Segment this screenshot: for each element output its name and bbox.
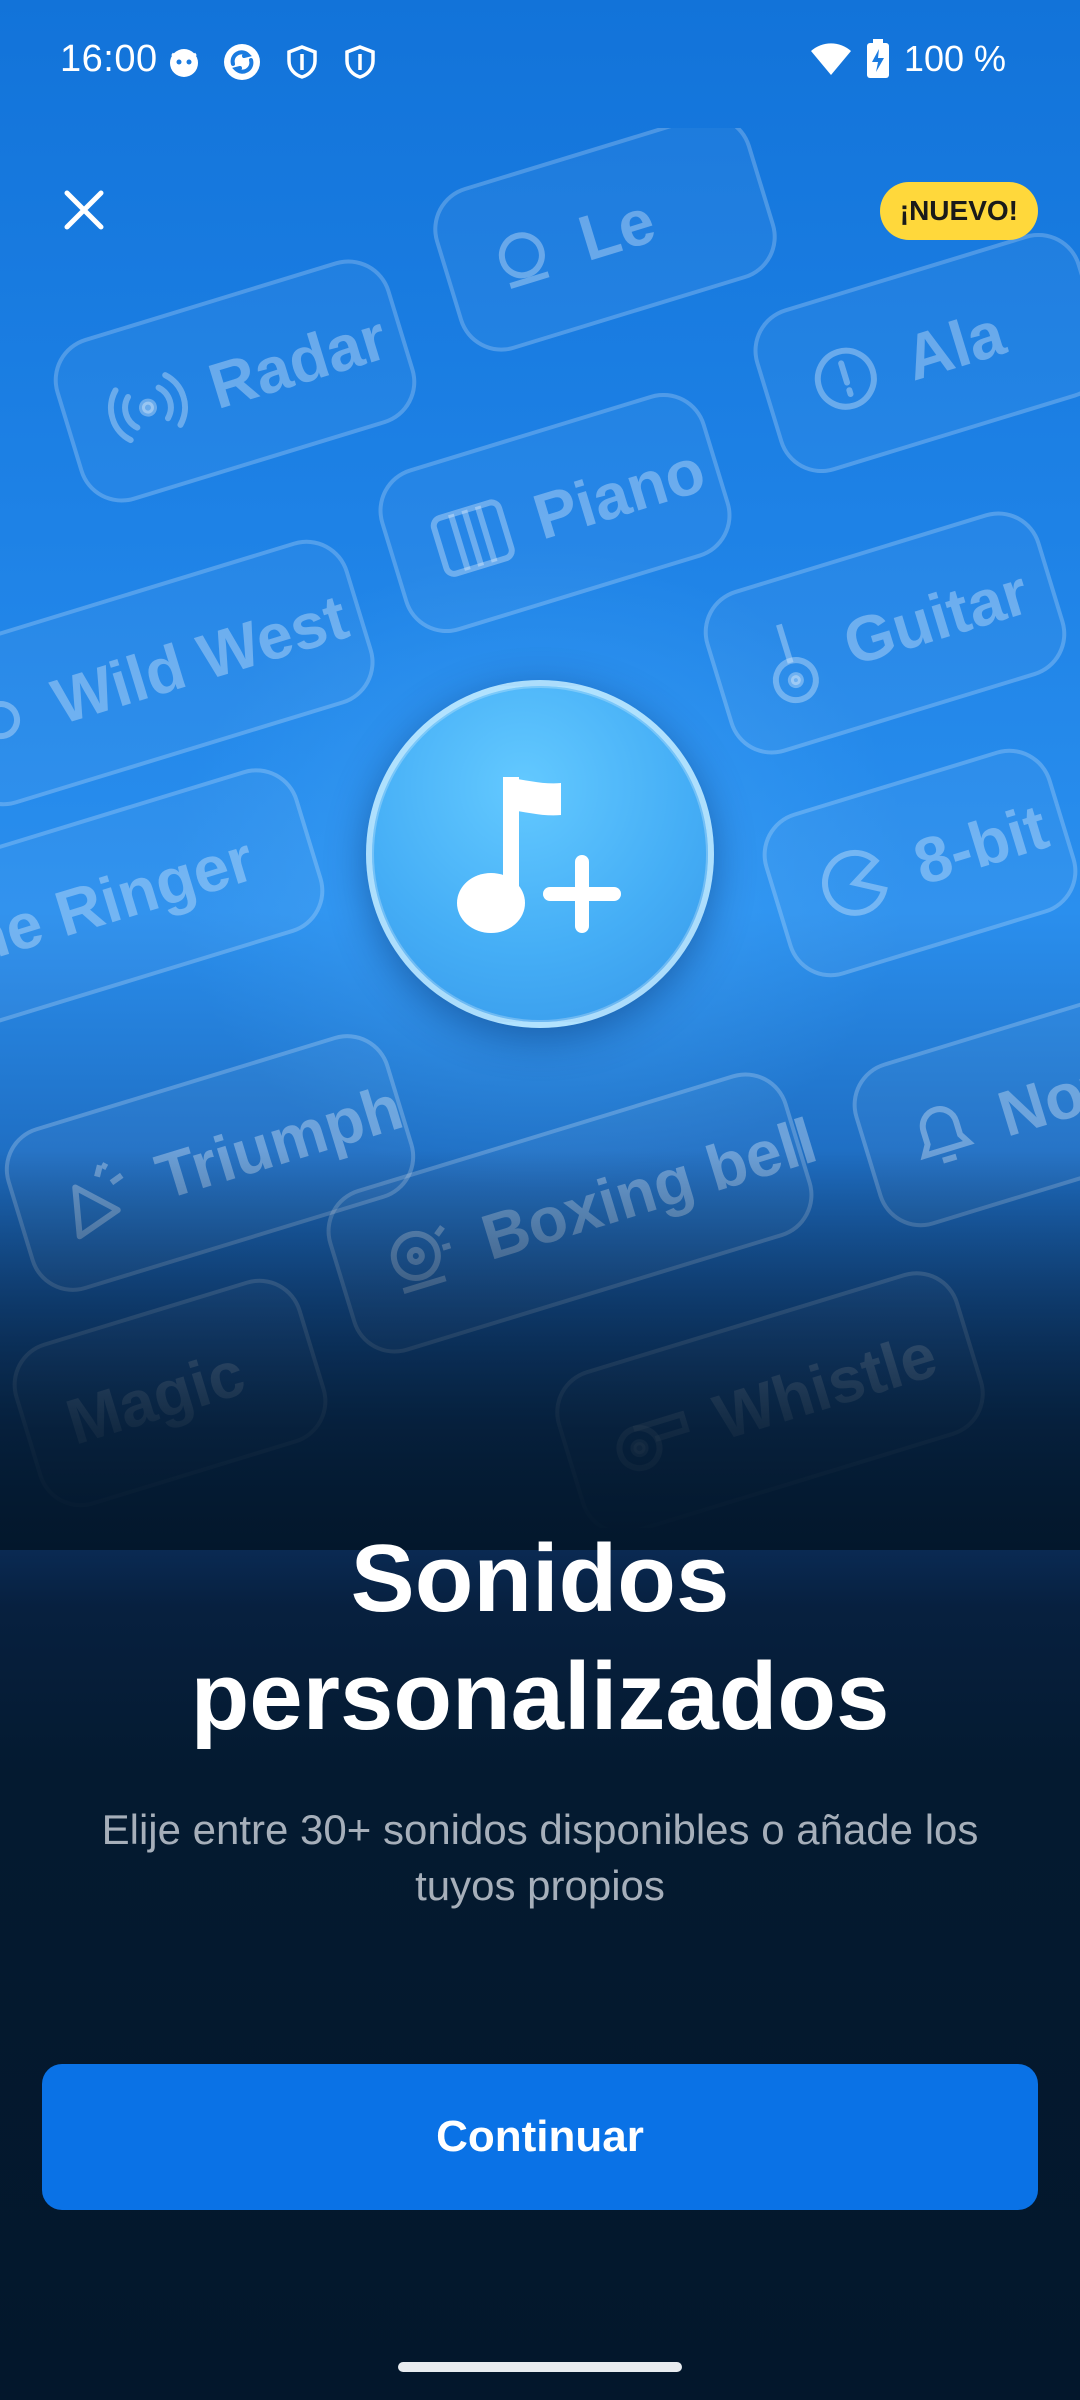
whistle-icon [616, 1410, 690, 1472]
guitar-icon [772, 623, 819, 704]
music-note-plus-icon [457, 777, 621, 933]
onboarding-screen: Radar Le Ala Piano Wild West Guitar one … [0, 0, 1080, 2400]
sound-chip-radar: Radar [42, 248, 428, 514]
page-subtitle: Elije entre 30+ sonidos disponibles o añ… [101, 1806, 979, 1909]
boxing-bell-icon [390, 1225, 452, 1294]
new-badge: ¡NUEVO! [879, 182, 1038, 240]
battery-percentage: 100 % [903, 38, 1006, 79]
party-horn-icon [72, 1162, 124, 1240]
hero-icon-circle [366, 680, 714, 1028]
sound-chip-ala: Ala [742, 222, 1080, 484]
wifi-icon [810, 43, 851, 75]
shield-icon [287, 45, 317, 79]
close-icon [64, 190, 104, 230]
sound-chip-not: Not [841, 987, 1080, 1239]
bell-icon [919, 1106, 975, 1164]
close-button[interactable] [44, 170, 124, 250]
sound-chip-piano: Piano [367, 382, 743, 644]
sound-chip-one-ringer: one Ringer [0, 757, 336, 1049]
sound-chip-le: Le [422, 128, 788, 363]
radar-icon [107, 372, 189, 444]
shield-icon [345, 45, 375, 79]
home-indicator[interactable] [398, 2362, 682, 2372]
sound-chip-whistle: Whistle [544, 1260, 996, 1528]
battery-charging-icon [866, 39, 889, 78]
status-right-group: 100 % [810, 38, 1006, 80]
sound-chip-magic: Magic [1, 1267, 339, 1519]
page-title: Sonidos personalizados [190, 1525, 890, 1750]
alert-icon [814, 347, 877, 410]
pacman-icon [822, 849, 888, 916]
cat-notification-icon [170, 49, 198, 77]
continue-button[interactable]: Continuar [42, 2064, 1038, 2210]
status-bar: 16:00 100 % [0, 0, 1080, 128]
sound-chip-8-bit: 8-bit [751, 737, 1080, 989]
sync-app-icon [224, 44, 260, 80]
sound-chip-wild-west: Wild West [0, 528, 386, 818]
piano-icon [430, 499, 515, 577]
sound-chip-guitar: Guitar [692, 500, 1078, 766]
wild-west-icon [0, 701, 21, 740]
bell-ring-icon [498, 232, 550, 289]
status-time: 16:00 [60, 38, 158, 80]
